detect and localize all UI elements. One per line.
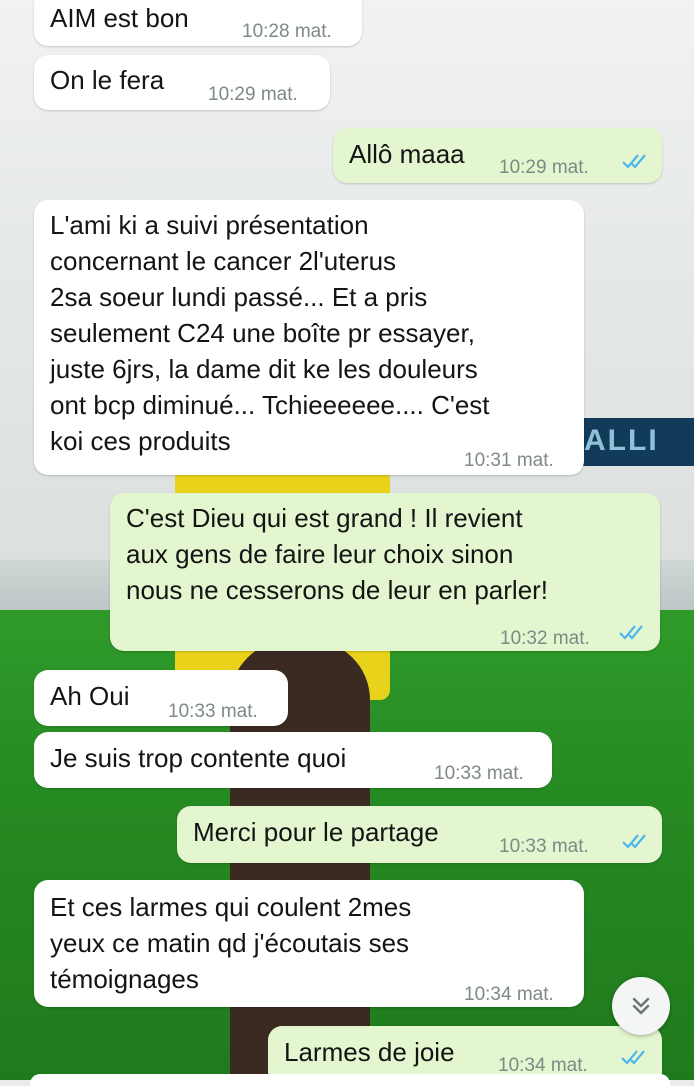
message-text: Et ces larmes qui coulent 2mes yeux ce m… — [50, 892, 412, 994]
message-time: 10:28 mat. — [242, 21, 332, 42]
message-text: Larmes de joie — [284, 1037, 455, 1067]
message-text: On le fera — [50, 65, 165, 95]
wallpaper-logo: ALLI — [578, 418, 694, 466]
message-time: 10:33 mat. — [499, 836, 589, 857]
message-text: Ah Oui — [50, 681, 130, 711]
message-bubble-incoming[interactable]: AIM est bon 10:28 mat. — [34, 0, 362, 46]
message-time: 10:32 mat. — [500, 628, 590, 649]
double-check-icon — [622, 834, 646, 849]
message-time: 10:29 mat. — [208, 84, 298, 105]
message-text: L'ami ki a suivi présentation concernant… — [50, 210, 490, 456]
message-text: Je suis trop contente quoi — [50, 743, 347, 773]
message-time: 10:34 mat. — [464, 984, 554, 1005]
double-check-icon — [619, 625, 643, 640]
message-time: 10:33 mat. — [168, 701, 258, 722]
message-bubble-incoming[interactable]: L'ami ki a suivi présentation concernant… — [34, 200, 584, 475]
message-text: Merci pour le partage — [193, 817, 439, 847]
double-chevron-down-icon — [632, 997, 650, 1015]
message-time: 10:33 mat. — [434, 763, 524, 784]
message-time: 10:31 mat. — [464, 450, 554, 471]
scroll-to-bottom-button[interactable] — [612, 977, 670, 1035]
message-time: 10:29 mat. — [499, 157, 589, 178]
double-check-icon — [621, 1050, 645, 1065]
message-text: Allô maaa — [349, 139, 465, 169]
message-bubble-incoming[interactable]: Et ces larmes qui coulent 2mes yeux ce m… — [34, 880, 584, 1007]
message-text: C'est Dieu qui est grand ! Il revient au… — [126, 503, 549, 605]
message-bubble-incoming[interactable]: Ah Oui 10:33 mat. — [34, 670, 288, 726]
message-bubble-outgoing[interactable]: C'est Dieu qui est grand ! Il revient au… — [110, 493, 660, 651]
message-text: AIM est bon — [50, 3, 189, 33]
double-check-icon — [622, 154, 646, 169]
next-message-bubble-edge — [30, 1074, 670, 1086]
message-bubble-outgoing[interactable]: Merci pour le partage 10:33 mat. — [177, 806, 662, 863]
message-bubble-incoming[interactable]: Je suis trop contente quoi 10:33 mat. — [34, 732, 552, 788]
message-bubble-incoming[interactable]: On le fera 10:29 mat. — [34, 55, 330, 110]
message-bubble-outgoing[interactable]: Allô maaa 10:29 mat. — [333, 128, 662, 183]
